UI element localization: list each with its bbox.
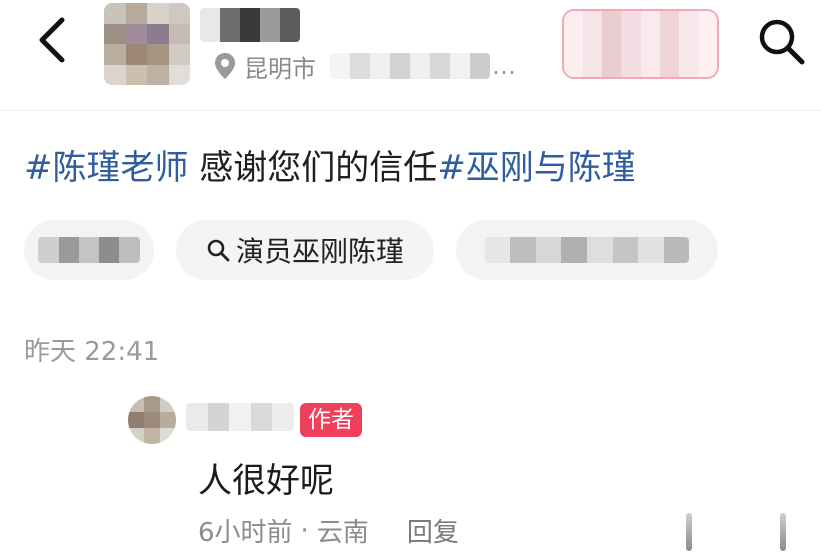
related-chip-redacted-1[interactable] — [24, 220, 154, 280]
hashtag-wu-gang-chen-jin[interactable]: #巫刚与陈瑾 — [437, 148, 636, 188]
post-timestamp: 昨天 22:41 — [24, 337, 160, 367]
meta-separator: · — [300, 515, 309, 546]
comment-meta: 6小时前 · 云南 回复 — [198, 512, 459, 549]
action-marker-1 — [686, 513, 692, 551]
avatar-mosaic — [104, 3, 190, 85]
header-divider — [0, 110, 821, 111]
location-row: 昆明市 … — [214, 48, 516, 84]
commenter-name-redacted[interactable] — [186, 403, 294, 431]
back-arrow-icon — [39, 17, 65, 63]
post-caption: #陈瑾老师 感谢您们的信任#巫刚与陈瑾 — [24, 140, 636, 196]
hashtag-chen-jin-teacher[interactable]: #陈瑾老师 — [24, 148, 189, 188]
action-marker-2 — [780, 513, 786, 551]
comment-text: 人很好呢 — [198, 461, 334, 501]
search-button[interactable] — [750, 10, 812, 72]
back-button[interactable] — [24, 12, 80, 68]
author-avatar[interactable] — [104, 3, 190, 85]
comment-time: 6小时前 — [198, 518, 293, 548]
search-icon — [759, 19, 805, 65]
author-name-redacted — [200, 8, 300, 42]
related-search-chip[interactable]: 演员巫刚陈瑾 — [176, 220, 434, 280]
follow-button-redacted[interactable] — [562, 9, 719, 79]
related-chip-redacted-2[interactable] — [456, 220, 718, 280]
commenter-avatar[interactable] — [128, 396, 176, 444]
comment-region: 云南 — [316, 518, 369, 548]
location-detail-redacted — [330, 53, 490, 79]
search-small-icon — [207, 239, 230, 262]
reply-button[interactable]: 回复 — [407, 512, 459, 549]
related-search-label: 演员巫刚陈瑾 — [235, 235, 404, 268]
caption-text: 感谢您们的信任 — [188, 148, 438, 188]
location-ellipsis: … — [492, 52, 516, 80]
author-badge: 作者 — [300, 403, 362, 437]
location-pin-icon — [215, 53, 235, 79]
location-city: 昆明市 — [244, 54, 316, 83]
